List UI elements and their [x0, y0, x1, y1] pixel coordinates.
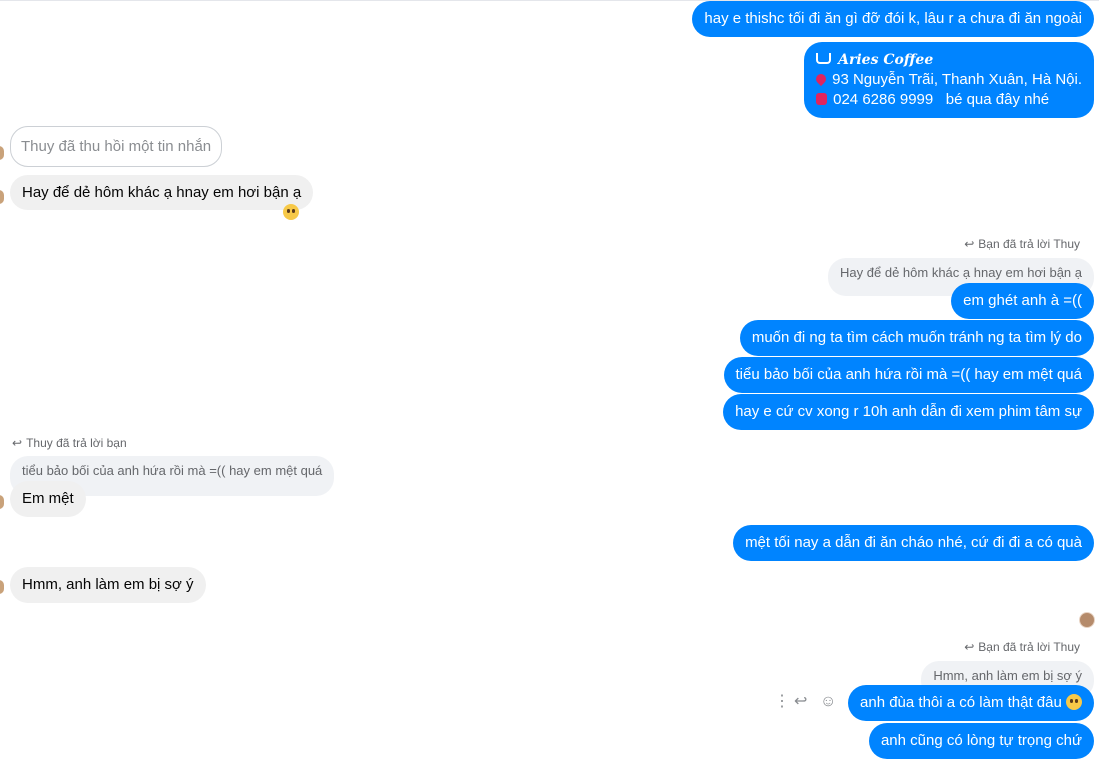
reply-label-text: Thuy đã trả lời bạn [26, 436, 127, 450]
sad-face-reaction-icon[interactable] [283, 204, 299, 220]
outgoing-message[interactable]: muốn đi ng ta tìm cách muốn tránh ng ta … [739, 320, 1094, 356]
outgoing-message[interactable]: hay e thishc tối đi ăn gì đỡ đói k, lâu … [692, 1, 1094, 37]
outgoing-message[interactable]: em ghét anh à =(( [951, 283, 1094, 319]
contact-avatar[interactable] [0, 190, 4, 204]
reply-label-text: Bạn đã trả lời Thuy [978, 237, 1080, 251]
incoming-message[interactable]: Em mệt [10, 481, 86, 517]
reply-icon[interactable]: ↩ [794, 692, 807, 712]
outgoing-location-message[interactable]: Aries Coffee 93 Nguyễn Trãi, Thanh Xuân,… [804, 42, 1094, 118]
reply-label: ↩ Bạn đã trả lời Thuy [964, 237, 1080, 251]
incoming-message[interactable]: Hay để dẻ hôm khác ạ hnay em hơi bận ạ [10, 175, 314, 210]
reply-arrow-icon: ↩ [964, 640, 975, 654]
flushed-face-emoji-icon [1066, 694, 1082, 710]
reply-arrow-icon: ↩ [12, 436, 23, 450]
outgoing-message[interactable]: anh cũng có lòng tự trọng chứ [868, 723, 1094, 759]
outgoing-message[interactable]: anh đùa thôi a có làm thật đâu [848, 685, 1094, 721]
coffee-name: Aries Coffee [838, 52, 934, 68]
telephone-icon [816, 93, 828, 105]
seen-avatar [1079, 612, 1095, 628]
reply-label: ↩ Bạn đã trả lời Thuy [964, 640, 1080, 654]
recalled-message: Thuy đã thu hồi một tin nhắn [10, 126, 223, 167]
outgoing-message[interactable]: mệt tối nay a dẫn đi ăn cháo nhé, cứ đi … [733, 525, 1094, 561]
react-smiley-icon[interactable]: ☺ [820, 692, 836, 712]
incoming-message[interactable]: Hmm, anh làm em bị sợ ý [10, 567, 206, 603]
outgoing-message[interactable]: tiểu bảo bối của anh hứa rồi mà =(( hay … [723, 357, 1094, 393]
address-line: 93 Nguyễn Trãi, Thanh Xuân, Hà Nội. [814, 70, 1082, 90]
coffee-cup-icon [816, 53, 832, 64]
reply-label-text: Bạn đã trả lời Thuy [978, 640, 1080, 654]
pushpin-icon [814, 71, 829, 87]
phone-line: 024 6286 9999 bé qua đây nhé [816, 90, 1082, 110]
contact-avatar[interactable] [0, 146, 4, 160]
coffee-address: 93 Nguyễn Trãi, Thanh Xuân, Hà Nội. [832, 71, 1082, 88]
contact-avatar[interactable] [0, 580, 4, 594]
coffee-phone: 024 6286 9999 bé qua đây nhé [833, 91, 1050, 108]
reply-label: ↩ Thuy đã trả lời bạn [12, 436, 127, 450]
message-text: anh đùa thôi a có làm thật đâu [860, 694, 1062, 711]
coffee-name-line: Aries Coffee [816, 50, 1082, 70]
reply-arrow-icon: ↩ [964, 237, 975, 251]
contact-avatar[interactable] [0, 495, 4, 509]
outgoing-message[interactable]: hay e cứ cv xong r 10h anh dẫn đi xem ph… [723, 394, 1094, 430]
more-options-icon[interactable]: ⋮ [774, 692, 790, 712]
